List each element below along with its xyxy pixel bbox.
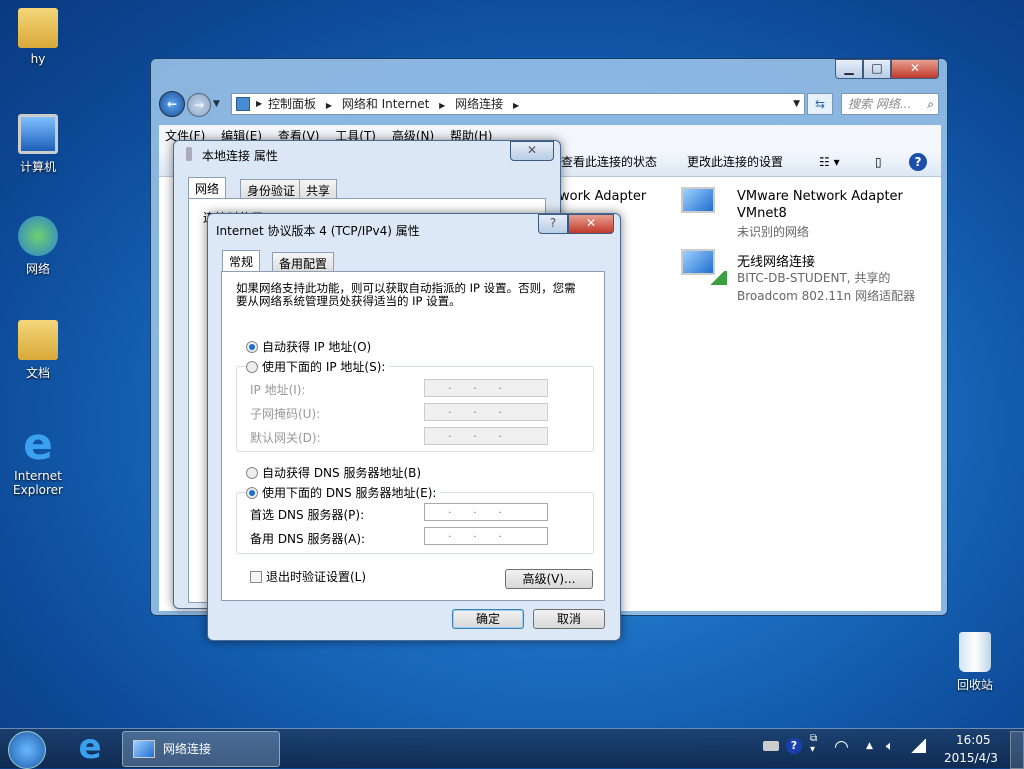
dialog-title: 本地连接 属性	[202, 149, 278, 163]
auto-ip-radio[interactable]: 自动获得 IP 地址(O)	[246, 338, 371, 355]
close-button[interactable]: ✕	[891, 59, 939, 79]
adapter-partial-name[interactable]: work Adapter	[559, 189, 646, 204]
desktop-icon-hy[interactable]: hy	[3, 8, 73, 66]
breadcrumb-control-panel[interactable]: 控制面板	[268, 97, 316, 111]
network-icon	[18, 216, 58, 256]
breadcrumb-network-connections[interactable]: 网络连接	[455, 97, 503, 111]
search-input[interactable]: 搜索 网络... ⌕	[841, 93, 939, 115]
desktop-icon-ie[interactable]: e Internet Explorer	[3, 419, 73, 498]
radio-selected	[246, 341, 258, 353]
advanced-button[interactable]: 高级(V)...	[505, 569, 593, 589]
minimize-button[interactable]: ▁	[835, 59, 863, 79]
adapter-name: VMware Network Adapter	[737, 189, 903, 204]
adapter-status: 未识别的网络	[737, 225, 810, 239]
cancel-button[interactable]: 取消	[533, 609, 605, 629]
desktop-icon-recycle-bin[interactable]: 回收站	[940, 632, 1010, 693]
view-status-button[interactable]: 查看此连接的状态	[561, 147, 657, 177]
preferred-dns-field[interactable]: ...	[424, 503, 548, 521]
general-panel: 如果网络支持此功能，则可以获取自动指派的 IP 设置。否则，您需要从网络系统管理…	[221, 271, 605, 601]
chevron-right-icon: ▶	[325, 101, 332, 110]
keyboard-icon[interactable]	[763, 741, 779, 751]
change-view-icon[interactable]: ☷ ▾	[819, 147, 840, 177]
address-dropdown-icon[interactable]: ▼	[793, 94, 800, 114]
recent-pages-dropdown[interactable]: ▼	[213, 99, 220, 109]
clock-date[interactable]: 2015/4/3	[944, 751, 998, 765]
description-text: 如果网络支持此功能，则可以获取自动指派的 IP 设置。否则，您需要从网络系统管理…	[236, 281, 576, 308]
ipv4-properties-dialog: Internet 协议版本 4 (TCP/IPv4) 属性 ? ✕ 常规 备用配…	[207, 213, 621, 641]
preview-pane-icon[interactable]: ▯	[875, 147, 882, 177]
tab-authentication[interactable]: 身份验证	[240, 179, 303, 199]
chevron-right-icon: ▶	[256, 99, 263, 108]
forward-button[interactable]: →	[187, 93, 211, 117]
network-connections-icon	[133, 740, 155, 758]
show-desktop-button[interactable]	[1010, 731, 1024, 769]
taskbar-task-network-connections[interactable]: 网络连接	[122, 731, 280, 767]
subnet-mask-label: 子网掩码(U):	[250, 407, 321, 421]
gateway-field[interactable]: ...	[424, 427, 548, 445]
dialog-title: Internet 协议版本 4 (TCP/IPv4) 属性	[216, 224, 420, 238]
help-tray-icon[interactable]: ?	[786, 738, 802, 754]
maximize-button[interactable]: □	[863, 59, 891, 79]
refresh-button[interactable]: ⇆	[807, 93, 833, 115]
restore-language-bar-icon[interactable]: ⧉ ▾	[810, 733, 817, 755]
start-button[interactable]	[8, 731, 46, 769]
volume-icon[interactable]: 🔈︎	[886, 739, 894, 754]
ok-button[interactable]: 确定	[452, 609, 524, 629]
back-button[interactable]: ←	[159, 91, 185, 117]
signal-bars-icon	[707, 271, 727, 285]
validate-on-exit-checkbox[interactable]: 退出时验证设置(L)	[250, 568, 366, 585]
chevron-right-icon: ▶	[439, 101, 446, 110]
tab-general[interactable]: 常规	[222, 250, 261, 272]
tab-alternate-config[interactable]: 备用配置	[272, 252, 335, 272]
close-button[interactable]: ✕	[568, 214, 614, 234]
radio-selected	[246, 487, 258, 499]
ip-address-label: IP 地址(I):	[250, 383, 306, 397]
adapter-name-line2: VMnet8	[737, 206, 787, 221]
help-button[interactable]: ?	[538, 214, 568, 234]
auto-dns-radio[interactable]: 自动获得 DNS 服务器地址(B)	[246, 464, 421, 481]
radio-unselected	[246, 467, 258, 479]
desktop-icon-documents[interactable]: 文档	[3, 320, 73, 381]
tab-sharing[interactable]: 共享	[299, 179, 338, 199]
radio-unselected	[246, 361, 258, 373]
adapter-device: Broadcom 802.11n 网络适配器	[737, 289, 916, 303]
ie-icon: e	[23, 419, 53, 470]
clock-time[interactable]: 16:05	[956, 733, 991, 747]
adapter-name: 无线网络连接	[737, 255, 816, 270]
adapter-vmnet8[interactable]	[681, 187, 725, 223]
gateway-label: 默认网关(D):	[250, 431, 321, 445]
network-folder-icon	[236, 97, 250, 111]
adapter-wireless[interactable]	[681, 249, 727, 285]
user-folder-icon	[18, 8, 58, 48]
address-bar[interactable]: ▶ 控制面板 ▶ 网络和 Internet ▶ 网络连接 ▶ ▼	[231, 93, 805, 115]
alternate-dns-field[interactable]: ...	[424, 527, 548, 545]
desktop-icon-network[interactable]: 网络	[3, 216, 73, 277]
help-icon[interactable]: ?	[909, 153, 927, 171]
ip-address-field[interactable]: ...	[424, 379, 548, 397]
manual-dns-radio[interactable]: 使用下面的 DNS 服务器地址(E):	[246, 484, 441, 501]
alternate-dns-label: 备用 DNS 服务器(A):	[250, 532, 366, 546]
subnet-mask-field[interactable]: ...	[424, 403, 548, 421]
breadcrumb-network-internet[interactable]: 网络和 Internet	[342, 97, 429, 111]
chevron-right-icon: ▶	[512, 101, 520, 110]
taskbar: e 网络连接 ? ⧉ ▾ ◠ ▲ 🔈︎ 16:05 2015/4/3	[0, 728, 1024, 769]
close-button[interactable]: ✕	[510, 141, 554, 161]
network-cable-icon	[186, 147, 192, 161]
signal-strength-icon[interactable]	[910, 739, 926, 753]
recycle-bin-icon	[959, 632, 991, 672]
ie-taskbar-icon[interactable]: e	[68, 729, 112, 767]
computer-icon	[18, 114, 58, 154]
preferred-dns-label: 首选 DNS 服务器(P):	[250, 508, 365, 522]
wifi-icon[interactable]: ◠	[834, 737, 849, 757]
show-hidden-icons[interactable]: ▲	[866, 741, 873, 751]
checkbox-icon	[250, 571, 262, 583]
network-adapter-icon	[681, 187, 715, 213]
search-icon: ⌕	[927, 97, 934, 111]
desktop-icon-computer[interactable]: 计算机	[3, 114, 73, 175]
adapter-status: BITC-DB-STUDENT, 共享的	[737, 271, 891, 285]
manual-ip-radio[interactable]: 使用下面的 IP 地址(S):	[246, 358, 390, 375]
documents-folder-icon	[18, 320, 58, 360]
tab-network[interactable]: 网络	[188, 177, 227, 199]
change-settings-button[interactable]: 更改此连接的设置	[687, 147, 783, 177]
